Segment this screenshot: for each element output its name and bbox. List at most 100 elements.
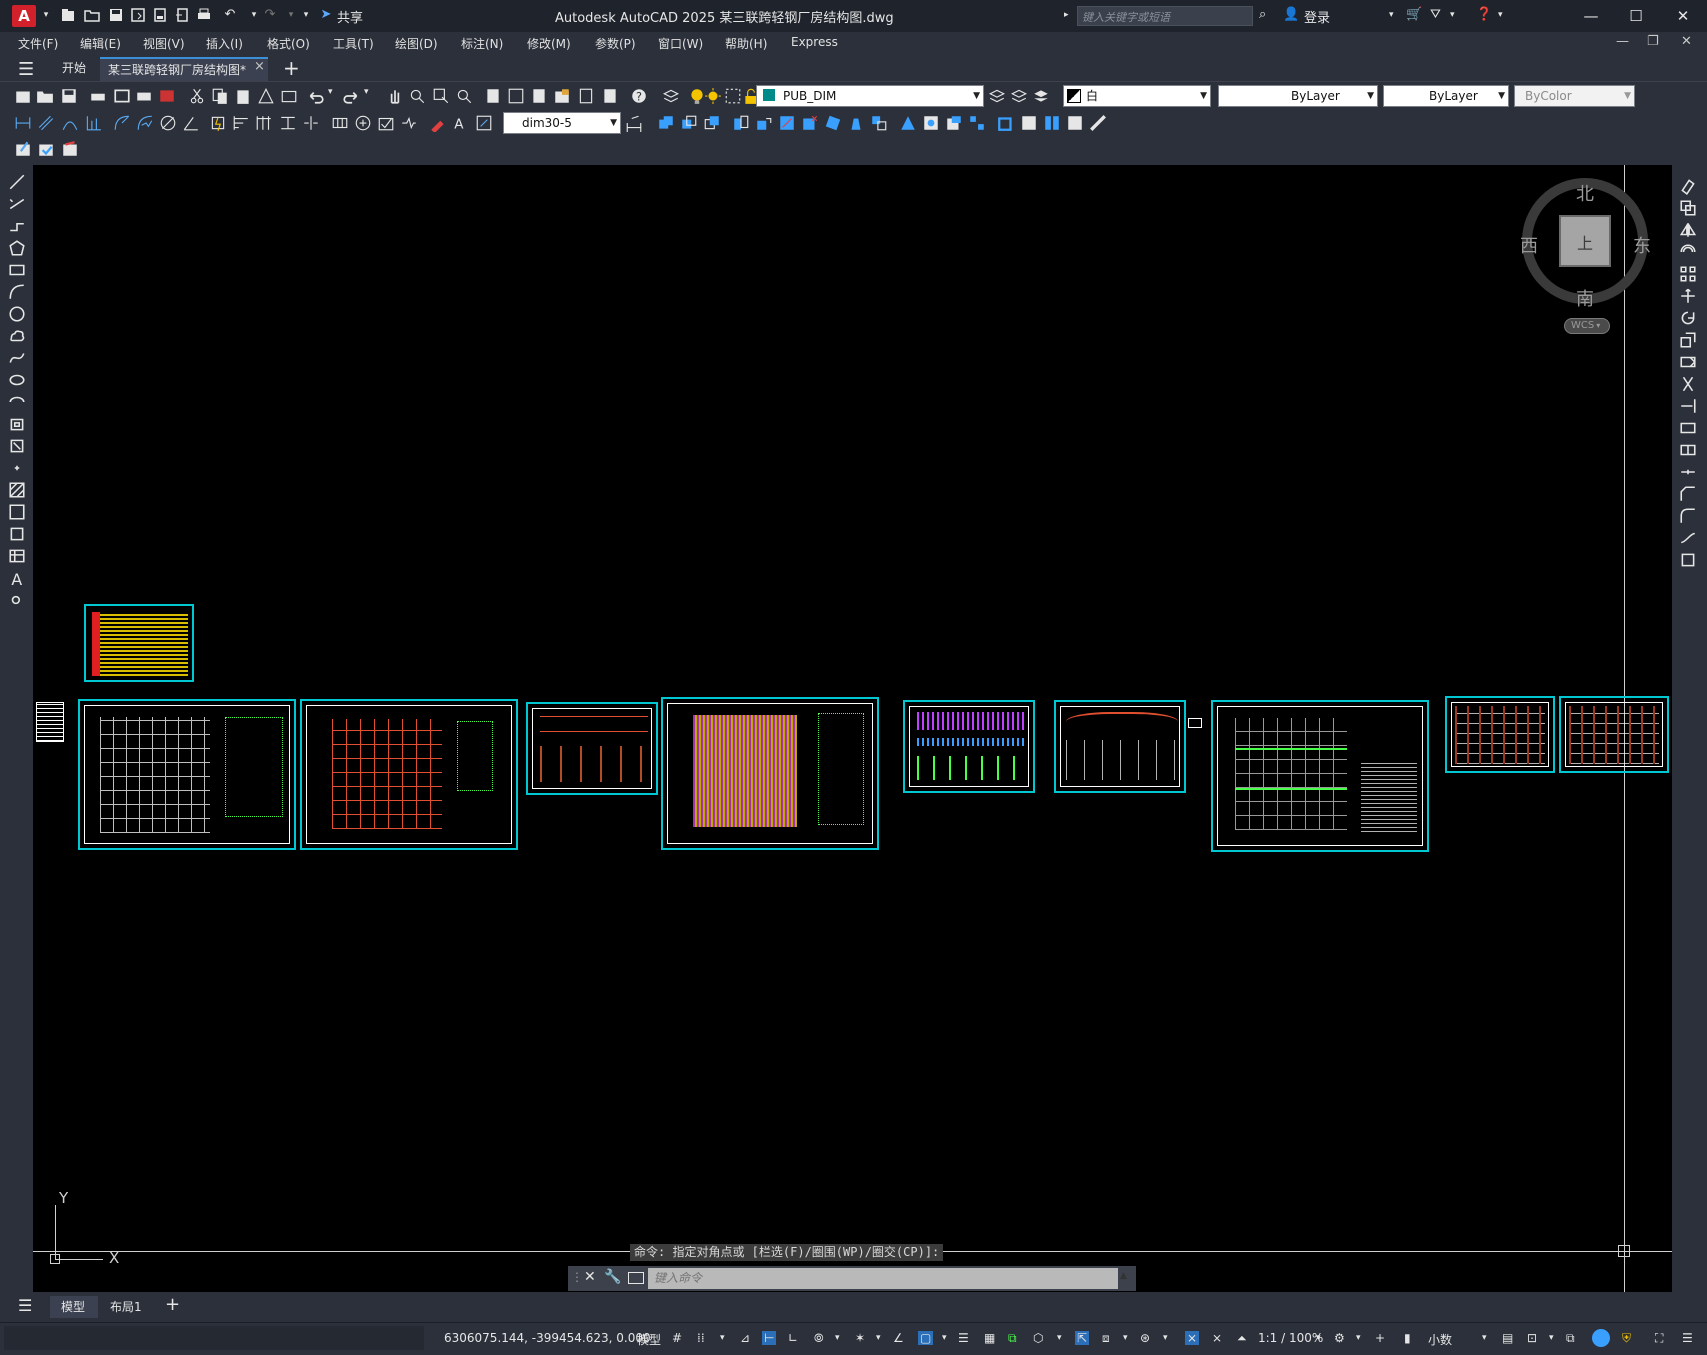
- text-to-front-icon[interactable]: [61, 140, 79, 158]
- autodesk-app-icon[interactable]: ⛛: [1430, 7, 1441, 22]
- construction-line-icon[interactable]: [8, 195, 26, 213]
- object-snap-dropdown-icon[interactable]: ▾: [942, 1333, 947, 1343]
- cut-icon[interactable]: [188, 87, 206, 105]
- hatch-tool-icon[interactable]: [8, 481, 26, 499]
- annotation-scale-icon[interactable]: ⏶: [1237, 1331, 1247, 1346]
- erase-tool-icon[interactable]: [1679, 177, 1697, 195]
- drawing-sheet-frame-elevation[interactable]: [526, 702, 658, 795]
- drawing-sheet-wall-elevation[interactable]: [903, 700, 1035, 793]
- arc-tool-icon[interactable]: [8, 283, 26, 301]
- offset-faces-icon[interactable]: [778, 114, 796, 132]
- undo-icon[interactable]: ↶: [222, 7, 238, 23]
- units-value[interactable]: 小数: [1428, 1331, 1452, 1348]
- isometric-dropdown-icon[interactable]: ▾: [876, 1333, 881, 1343]
- selection-filter-icon[interactable]: ⧈: [1102, 1331, 1110, 1346]
- jogged-dimension-icon[interactable]: [136, 114, 154, 132]
- doc-close-button[interactable]: ✕: [1681, 34, 1692, 49]
- infer-constraints-icon[interactable]: ⊿: [740, 1331, 750, 1345]
- viewcube-east-label[interactable]: 东: [1633, 232, 1651, 258]
- file-tabs-menu-icon[interactable]: ☰: [18, 59, 34, 80]
- menu-insert[interactable]: 插入(I): [206, 35, 243, 52]
- jogged-linear-icon[interactable]: [400, 114, 418, 132]
- menu-dimension[interactable]: 标注(N): [461, 35, 503, 52]
- layer-thaw-sun-icon[interactable]: [704, 87, 722, 105]
- imprint-icon[interactable]: [922, 114, 940, 132]
- add-selected-icon[interactable]: [8, 591, 26, 609]
- quick-dimension-icon[interactable]: [209, 114, 227, 132]
- menu-window[interactable]: 窗口(W): [658, 35, 703, 52]
- menu-edit[interactable]: 编辑(E): [80, 35, 121, 52]
- command-input[interactable]: [648, 1268, 1118, 1289]
- offset-tool-icon[interactable]: [1679, 243, 1697, 261]
- polar-dropdown-icon[interactable]: ▾: [835, 1333, 840, 1343]
- command-close-icon[interactable]: ✕: [584, 1269, 596, 1285]
- clean-screen-icon[interactable]: ⛶: [1655, 1331, 1663, 1346]
- drawing-sheet-column-layout[interactable]: [1211, 700, 1429, 852]
- table-tool-icon[interactable]: [8, 547, 26, 565]
- linear-dimension-icon[interactable]: [14, 114, 32, 132]
- slice-icon[interactable]: [1043, 114, 1061, 132]
- redo-icon[interactable]: [342, 87, 360, 105]
- point-tool-icon[interactable]: [8, 459, 26, 477]
- grid-icon[interactable]: #: [672, 1331, 682, 1345]
- transparency-icon[interactable]: ▦: [984, 1331, 995, 1345]
- help-icon[interactable]: ❓: [1476, 7, 1492, 22]
- customization-menu-icon[interactable]: ☰: [1682, 1331, 1693, 1345]
- layer-state-icon[interactable]: [1032, 87, 1050, 105]
- tolerance-icon[interactable]: [331, 114, 349, 132]
- publish-icon[interactable]: [152, 7, 168, 23]
- break-at-point-icon[interactable]: [1679, 419, 1697, 437]
- save-icon[interactable]: [60, 87, 78, 105]
- send-to-back-icon[interactable]: [37, 140, 55, 158]
- lock-ui-dropdown-icon[interactable]: ▾: [1549, 1333, 1554, 1343]
- polyline-tool-icon[interactable]: [8, 217, 26, 235]
- snap-dropdown-icon[interactable]: ▾: [720, 1333, 725, 1343]
- search-input[interactable]: 键入关键字或短语: [1077, 6, 1253, 26]
- dimension-text-edit-icon[interactable]: A: [452, 114, 470, 132]
- mirror-tool-icon[interactable]: [1679, 221, 1697, 239]
- add-layout-button[interactable]: +: [165, 1294, 180, 1315]
- menu-format[interactable]: 格式(O): [267, 35, 310, 52]
- properties-icon[interactable]: [484, 87, 502, 105]
- polar-tracking-icon[interactable]: ⦾: [814, 1331, 824, 1346]
- login-dropdown-icon[interactable]: ▾: [1389, 10, 1394, 20]
- linetype-dropdown[interactable]: ByLayer ▼: [1218, 85, 1378, 107]
- layer-previous-icon[interactable]: [1010, 87, 1028, 105]
- intersect-icon[interactable]: [703, 114, 721, 132]
- circle-tool-icon[interactable]: [8, 305, 26, 323]
- ordinate-dimension-icon[interactable]: [84, 114, 102, 132]
- layout-menu-icon[interactable]: ☰: [18, 1296, 32, 1315]
- lineweight-display-icon[interactable]: ☰: [958, 1331, 969, 1345]
- tool-palettes-icon[interactable]: [530, 87, 548, 105]
- lineweight-dropdown[interactable]: ByLayer ▼: [1383, 85, 1509, 107]
- menu-express[interactable]: Express: [791, 35, 838, 49]
- ellipse-arc-icon[interactable]: [8, 393, 26, 411]
- cart-icon[interactable]: 🛒: [1406, 7, 1422, 22]
- shell-icon[interactable]: [997, 114, 1015, 132]
- command-grip-icon[interactable]: ⋮: [571, 1270, 583, 1284]
- drawing-sheet-roof-purlin-plan[interactable]: [661, 697, 879, 850]
- color-dropdown[interactable]: 白 ▼: [1063, 85, 1211, 107]
- polygon-tool-icon[interactable]: [8, 239, 26, 257]
- markup-set-icon[interactable]: [577, 87, 595, 105]
- annotation-monitor-icon[interactable]: +: [1375, 1331, 1385, 1345]
- redo-dropdown-icon[interactable]: ▾: [364, 87, 382, 105]
- graphics-performance-icon[interactable]: ⛨: [1622, 1331, 1631, 1346]
- make-block-icon[interactable]: [8, 437, 26, 455]
- drawing-canvas[interactable]: 上 北 南 东 西 WCS ▾ Y X: [33, 165, 1672, 1292]
- save-icon[interactable]: [108, 7, 124, 23]
- app-logo-button[interactable]: A: [12, 5, 36, 27]
- rotate-faces-icon[interactable]: [824, 114, 842, 132]
- copy-tool-icon[interactable]: [1679, 199, 1697, 217]
- layer-viewport-freeze-icon[interactable]: [724, 87, 742, 105]
- block-editor-icon[interactable]: [280, 87, 298, 105]
- paste-icon[interactable]: [234, 87, 252, 105]
- menu-parametric[interactable]: 参数(P): [595, 35, 636, 52]
- diameter-dimension-icon[interactable]: [159, 114, 177, 132]
- zoom-previous-icon[interactable]: [455, 87, 473, 105]
- tab-close-icon[interactable]: ×: [254, 59, 265, 74]
- open-icon[interactable]: [36, 87, 54, 105]
- share-icon[interactable]: ➤: [318, 7, 334, 23]
- pan-icon[interactable]: [386, 87, 404, 105]
- new-tab-button[interactable]: +: [283, 56, 300, 80]
